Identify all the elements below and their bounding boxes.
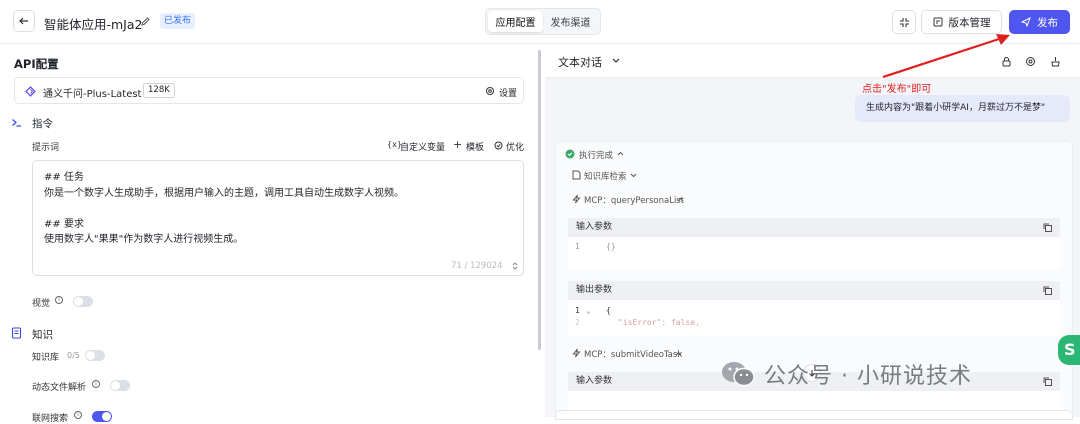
line-number: 2	[575, 318, 580, 327]
info-icon: i	[55, 296, 63, 304]
plus-icon: +	[453, 138, 463, 151]
dynamic-file-toggle[interactable]	[110, 380, 130, 391]
prompt-label: 提示词	[32, 143, 60, 153]
mcp-step-query[interactable]: MCP：queryPersonaList	[584, 194, 684, 206]
user-message: 生成内容为"跟着小研学AI，月薪过万不是梦"	[855, 95, 1070, 122]
book-icon	[11, 327, 22, 339]
input-params-box: 输入参数 1 {}	[568, 218, 1060, 270]
vision-label: 视觉	[32, 299, 51, 309]
lightning-icon	[572, 348, 581, 358]
chevron-down-icon[interactable]	[630, 173, 637, 178]
prompt-line: 你是一个数字人生成助手，根据用户输入的主题，调用工具自动生成数字人视频。	[44, 187, 404, 199]
model-settings-link[interactable]: 设置	[499, 86, 517, 99]
custom-variable-button[interactable]: 自定义变量	[400, 140, 445, 153]
scrollbar-thumb[interactable]	[538, 50, 541, 350]
lightning-icon	[572, 194, 581, 204]
char-counter: 71 / 129024	[451, 261, 503, 271]
terminal-icon	[12, 119, 21, 127]
mode-label[interactable]: 文本对话	[558, 54, 602, 70]
tab-app-config[interactable]: 应用配置	[488, 11, 543, 32]
kb-count: 0/5	[67, 351, 80, 360]
optimize-icon	[494, 141, 503, 150]
config-tabs: 应用配置 发布渠道	[485, 8, 601, 35]
chevron-up-icon[interactable]	[675, 351, 682, 356]
mcp-step-submit[interactable]: MCP：submitVideoTask	[584, 348, 682, 360]
check-circle-icon	[565, 149, 575, 159]
dynamic-file-label: 动态文件解析	[32, 383, 87, 393]
prompt-line: ## 任务	[44, 172, 84, 183]
code-line: {	[606, 306, 611, 315]
run-status[interactable]: 执行完成	[579, 149, 613, 161]
kb-label: 知识库	[32, 353, 60, 363]
clean-icon[interactable]	[1050, 56, 1061, 67]
vision-toggle[interactable]	[73, 296, 93, 307]
line-number: 1	[575, 306, 580, 315]
chevron-up-icon[interactable]	[617, 151, 624, 156]
version-label: 版本管理	[948, 16, 991, 29]
output-params-box: 输出参数 1 ⌄ { 2 "isError": false,	[568, 281, 1060, 336]
template-button[interactable]: 模板	[466, 140, 484, 153]
code-line: "isError": false,	[618, 318, 700, 327]
copy-icon[interactable]	[1043, 286, 1052, 295]
settings-icon	[486, 87, 494, 95]
prompt-line: 使用数字人"果果"作为数字人进行视频生成。	[44, 234, 244, 245]
prompt-content: ## 任务你是一个数字人生成助手，根据用户输入的主题，调用工具自动生成数字人视频…	[44, 170, 404, 248]
copy-icon[interactable]	[1043, 377, 1052, 386]
qwen-logo-icon	[25, 86, 36, 97]
info-icon: i	[74, 411, 82, 419]
kb-search-step[interactable]: 知识库检索	[584, 170, 627, 182]
tab-publish-channel[interactable]: 发布渠道	[543, 11, 598, 32]
config-panel: API配置 通义千问-Plus-Latest 128K 设置 指令 提示词 {x…	[0, 44, 545, 424]
copy-icon[interactable]	[1043, 223, 1052, 232]
app-title: 智能体应用-mJa2	[44, 17, 143, 32]
chevron-up-icon[interactable]	[677, 197, 684, 202]
input-params-title: 输入参数	[568, 218, 1060, 237]
context-badge: 128K	[143, 83, 175, 98]
fold-icon[interactable]: ⌄	[586, 306, 591, 315]
wechat-logo-icon	[722, 362, 755, 387]
watermark: 公众号 · 小研说技术	[720, 358, 972, 390]
gear-icon[interactable]	[1025, 56, 1036, 67]
side-logo-icon[interactable]: S	[1058, 335, 1080, 365]
chevron-down-icon[interactable]	[612, 58, 620, 64]
publish-label: 发布	[1037, 16, 1058, 29]
knowledge-title: 知识	[32, 329, 53, 341]
collapse-icon	[899, 17, 909, 27]
web-search-label: 联网搜索	[32, 414, 69, 424]
document-icon	[572, 170, 581, 180]
info-icon: i	[92, 380, 100, 388]
annotation-arrow	[882, 34, 1010, 79]
prompt-line: ## 要求	[44, 218, 84, 230]
model-name: 通义千问-Plus-Latest	[43, 89, 142, 100]
chat-input[interactable]	[555, 410, 1073, 420]
expand-icon[interactable]	[511, 262, 519, 270]
arrow-left-icon	[19, 17, 28, 25]
line-number: 1	[575, 242, 580, 251]
code-line: {}	[606, 242, 616, 251]
section-title: API配置	[14, 57, 59, 71]
watermark-text: 公众号 · 小研说技术	[764, 364, 972, 389]
optimize-button[interactable]: 优化	[506, 140, 524, 153]
prompt-line	[44, 201, 404, 217]
kb-toggle[interactable]	[85, 350, 105, 361]
edit-icon[interactable]	[140, 16, 151, 27]
model-selector[interactable]: 通义千问-Plus-Latest 128K 设置	[14, 77, 524, 104]
instruction-title: 指令	[32, 118, 53, 130]
status-badge: 已发布	[160, 13, 196, 29]
send-icon	[1021, 17, 1031, 27]
version-icon	[933, 17, 942, 27]
output-params-title: 输出参数	[568, 281, 1060, 300]
back-button[interactable]	[13, 10, 35, 32]
prompt-textarea[interactable]: ## 任务你是一个数字人生成助手，根据用户输入的主题，调用工具自动生成数字人视频…	[32, 160, 524, 276]
